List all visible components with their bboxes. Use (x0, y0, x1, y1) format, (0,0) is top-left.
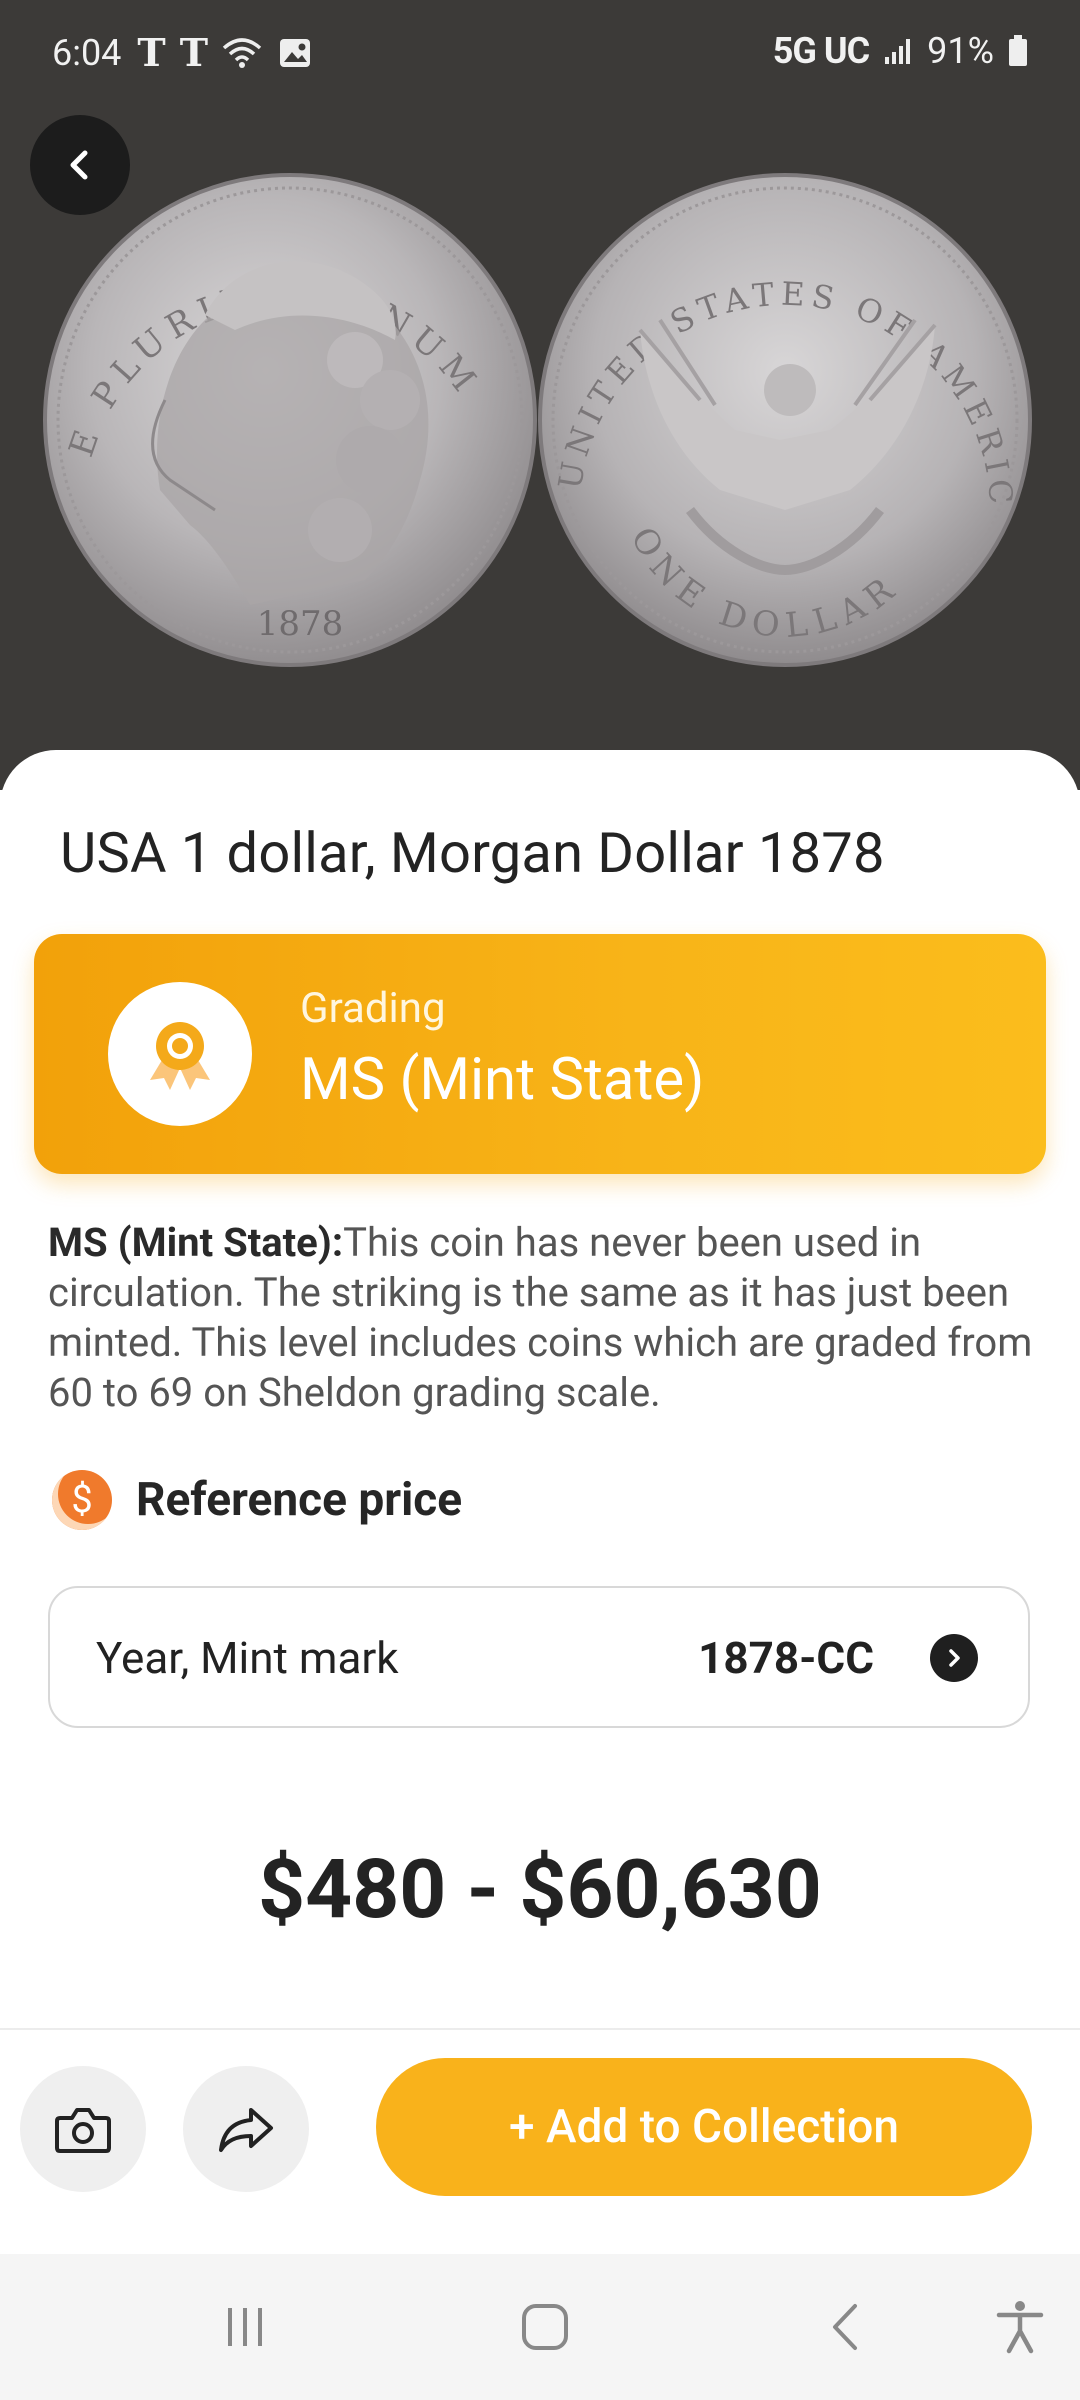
chevron-right-icon (930, 1634, 978, 1682)
nav-back-button[interactable] (800, 2254, 890, 2400)
accessibility-icon (996, 2301, 1044, 2354)
mint-selector-value: 1878-CC (698, 1632, 874, 1684)
medal-icon-container (108, 982, 252, 1126)
recent-apps-button[interactable] (200, 2254, 290, 2400)
action-divider (0, 2028, 1080, 2030)
price-range: $480 - $60,630 (258, 1842, 822, 1938)
carrier-t-icon-2: T (179, 30, 208, 75)
reference-price-title: Reference price (136, 1473, 463, 1527)
home-button[interactable] (500, 2254, 590, 2400)
reference-price-heading: $ Reference price (52, 1470, 462, 1530)
recent-apps-icon (228, 2308, 262, 2346)
coin-title: USA 1 dollar, Morgan Dollar 1878 (60, 820, 885, 886)
mint-selector-label: Year, Mint mark (96, 1632, 399, 1684)
mint-mark-selector[interactable]: Year, Mint mark 1878-CC (48, 1586, 1030, 1728)
coin-images: E PLURIBUS UNUM 1878 UNITED STATES OF AM… (0, 70, 1080, 790)
status-bar: 6:04 T T 5G UC 91% (0, 0, 1080, 100)
svg-text:1878: 1878 (257, 604, 344, 644)
add-to-collection-button[interactable]: + Add to Collection (376, 2058, 1032, 2196)
battery-percent: 91% (927, 30, 994, 72)
grading-label: Grading (300, 984, 446, 1033)
wifi-icon (222, 37, 262, 68)
camera-button[interactable] (20, 2066, 146, 2192)
grading-value: MS (Mint State) (300, 1046, 705, 1114)
coin-obverse: E PLURIBUS UNUM 1878 (43, 173, 537, 667)
share-arrow-icon (219, 2108, 273, 2152)
carrier-t-icon: T (137, 30, 165, 75)
coin-hero: 6:04 T T 5G UC 91% E PLUR NUM 1878 UNITE… (0, 0, 1080, 790)
grading-card: Grading MS (Mint State) (34, 934, 1046, 1174)
battery-icon (1009, 35, 1027, 66)
status-time: 6:04 (52, 31, 122, 74)
accessibility-button[interactable] (975, 2254, 1065, 2400)
grade-term: MS (Mint State): (48, 1219, 344, 1266)
award-medal-icon (150, 1022, 210, 1090)
home-icon (522, 2304, 568, 2350)
grade-description: MS (Mint State):This coin has never been… (48, 1218, 1038, 1418)
camera-icon (55, 2108, 111, 2153)
network-label: 5G UC (772, 30, 870, 72)
image-notification-icon (279, 38, 310, 67)
dollar-coin-icon: $ (52, 1470, 112, 1530)
share-button[interactable] (183, 2066, 309, 2192)
signal-icon (885, 39, 911, 64)
back-icon (833, 2304, 857, 2350)
system-nav-bar (0, 2254, 1080, 2400)
